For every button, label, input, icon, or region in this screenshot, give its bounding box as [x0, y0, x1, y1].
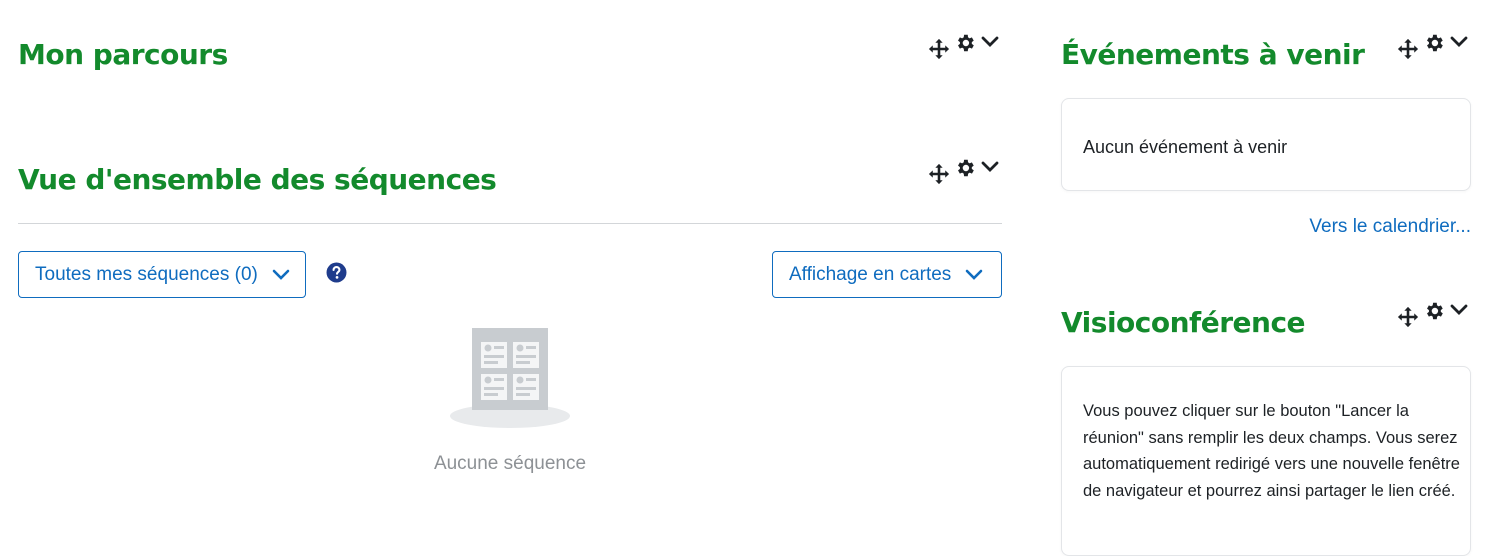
upcoming-events-block-controls: [1397, 32, 1469, 62]
question-circle-icon[interactable]: [326, 262, 347, 288]
course-filter-label: Toutes mes séquences (0): [35, 263, 258, 285]
videoconference-title: Visioconférence: [1061, 306, 1306, 339]
videoconference-block-controls: [1397, 300, 1469, 330]
move-icon[interactable]: [1397, 38, 1419, 60]
gear-icon[interactable]: [1423, 300, 1445, 322]
chevron-down-icon: [965, 269, 983, 281]
videoconference-description: Vous pouvez cliquer sur le bouton "Lance…: [1083, 402, 1460, 500]
move-icon[interactable]: [928, 38, 950, 60]
view-mode-label: Affichage en cartes: [789, 263, 952, 285]
no-courses-text: Aucune séquence: [433, 453, 587, 474]
course-cards-placeholder-icon: [450, 328, 570, 435]
chevron-down-icon[interactable]: [1449, 35, 1469, 49]
videoconference-card: Vous pouvez cliquer sur le bouton "Lance…: [1061, 366, 1471, 556]
course-filter-dropdown[interactable]: Toutes mes séquences (0): [18, 251, 306, 298]
move-icon[interactable]: [928, 163, 950, 185]
gear-icon[interactable]: [1423, 32, 1445, 54]
upcoming-events-title: Événements à venir: [1061, 38, 1365, 71]
calendar-link[interactable]: Vers le calendrier...: [1309, 216, 1471, 238]
course-overview-block-controls: [928, 157, 1000, 187]
chevron-down-icon: [272, 269, 290, 281]
my-path-block-controls: [928, 32, 1000, 62]
view-mode-dropdown[interactable]: Affichage en cartes: [772, 251, 1002, 298]
course-overview-title: Vue d'ensemble des séquences: [18, 163, 497, 196]
gear-icon[interactable]: [954, 32, 976, 54]
gear-icon[interactable]: [954, 157, 976, 179]
section-divider: [18, 223, 1002, 224]
chevron-down-icon[interactable]: [980, 35, 1000, 49]
move-icon[interactable]: [1397, 306, 1419, 328]
my-path-title: Mon parcours: [18, 38, 228, 71]
no-events-text: Aucun événement à venir: [1083, 137, 1288, 157]
chevron-down-icon[interactable]: [980, 160, 1000, 174]
upcoming-events-card: Aucun événement à venir: [1061, 98, 1471, 191]
chevron-down-icon[interactable]: [1449, 303, 1469, 317]
